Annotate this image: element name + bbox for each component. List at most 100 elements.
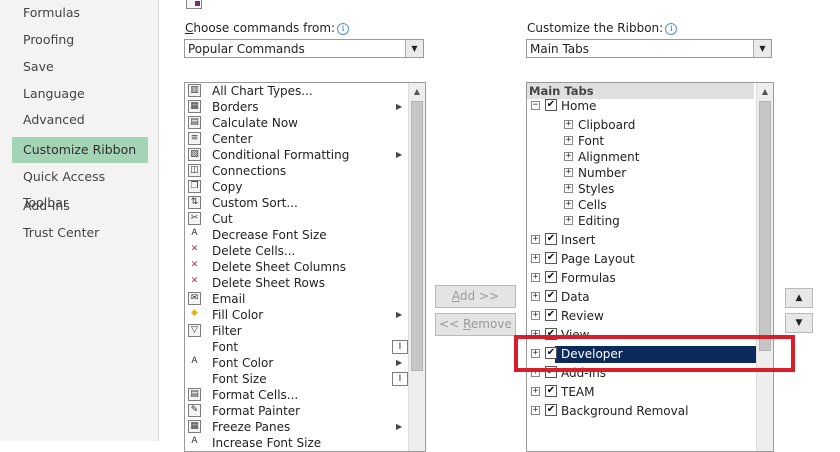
expand-icon[interactable]: + (531, 254, 540, 263)
ribbon-tab-item[interactable]: + ✔ View (527, 327, 767, 344)
command-item[interactable]: ◫ Connections (185, 163, 405, 179)
command-item[interactable]: ▧ Conditional Formatting ▶ (185, 147, 405, 163)
expand-icon[interactable]: + (531, 235, 540, 244)
tab-checkbox[interactable]: ✔ (545, 385, 557, 397)
choose-commands-dropdown[interactable]: Popular Commands ▼ (184, 39, 424, 58)
choose-commands-value: Popular Commands (188, 42, 305, 56)
chevron-down-icon[interactable]: ▼ (405, 40, 423, 57)
sidebar-item-advanced[interactable]: Advanced (12, 107, 148, 133)
command-item[interactable]: ❐ Copy (185, 179, 405, 195)
ribbon-group-item[interactable]: + Font (527, 133, 767, 150)
command-item[interactable]: ▤ Format Cells... (185, 387, 405, 403)
command-item-label: Connections (212, 164, 287, 178)
command-item[interactable]: A Increase Font Size (185, 435, 405, 451)
command-item[interactable]: ≡ Center (185, 131, 405, 147)
ribbon-tab-item[interactable]: + ✔ Review (527, 308, 767, 325)
info-icon[interactable]: i (665, 22, 678, 35)
command-item[interactable]: Font Size I (185, 371, 408, 387)
command-item[interactable]: ▦ Borders ▶ (185, 99, 405, 115)
expand-icon[interactable]: + (531, 387, 540, 396)
sidebar-item-language[interactable]: Language (12, 81, 148, 107)
command-item[interactable]: ✕ Delete Sheet Rows (185, 275, 405, 291)
command-item[interactable]: ▥ All Chart Types... (185, 83, 405, 99)
command-item[interactable]: A Font Color ▶ (185, 355, 405, 371)
scrollbar-thumb[interactable] (411, 101, 423, 371)
expand-icon[interactable]: + (564, 216, 573, 225)
tab-checkbox[interactable]: ✔ (545, 99, 557, 111)
remove-button[interactable]: << Remove (435, 313, 516, 336)
command-item[interactable]: ▦ Freeze Panes ▶ (185, 419, 405, 435)
command-item[interactable]: ✕ Delete Cells... (185, 243, 405, 259)
command-item[interactable]: ▽ Filter (185, 323, 405, 339)
sidebar-item-quick-access-toolbar[interactable]: Quick Access Toolbar (12, 164, 148, 210)
ribbon-group-item[interactable]: + Styles (527, 181, 767, 198)
expand-icon[interactable]: + (531, 406, 540, 415)
command-item[interactable]: ⇅ Custom Sort... (185, 195, 405, 211)
ribbon-tab-item[interactable]: + ✔ Data (527, 289, 767, 306)
command-item[interactable]: Font I (185, 339, 408, 355)
tab-checkbox[interactable]: ✔ (545, 290, 557, 302)
ribbon-tree-scrollbar[interactable]: ▲ (756, 83, 773, 451)
sidebar-item-customize-ribbon[interactable]: Customize Ribbon (12, 137, 148, 163)
ribbon-tab-item[interactable]: + ✔ Formulas (527, 270, 767, 287)
ribbon-group-item[interactable]: + Number (527, 165, 767, 182)
ribbon-tab-item[interactable]: + ✔ Background Removal (527, 403, 767, 420)
info-icon[interactable]: i (337, 22, 350, 35)
tab-checkbox[interactable]: ✔ (545, 309, 557, 321)
ribbon-tab-item[interactable]: + ✔ TEAM (527, 384, 767, 401)
ribbon-tab-item[interactable]: + ✔ Developer (527, 346, 773, 363)
command-item[interactable]: ✎ Format Painter (185, 403, 405, 419)
ribbon-tree[interactable]: Main Tabs − ✔ Home + Clipboard + Font + Alignmen… (526, 82, 774, 452)
tab-checkbox[interactable]: ✔ (545, 347, 557, 359)
chevron-down-icon[interactable]: ▼ (753, 40, 771, 57)
tab-checkbox[interactable]: ✔ (545, 328, 557, 340)
commands-scrollbar[interactable]: ▲ (408, 83, 425, 451)
ribbon-group-item[interactable]: + Alignment (527, 149, 767, 166)
collapse-icon[interactable]: − (531, 101, 540, 110)
ribbon-tab-label: Page Layout (561, 252, 635, 266)
expand-icon[interactable]: + (531, 311, 540, 320)
expand-icon[interactable]: + (564, 136, 573, 145)
ribbon-tab-item[interactable]: − ✔ Home (527, 98, 767, 115)
command-item[interactable]: ▤ Calculate Now (185, 115, 405, 131)
expand-icon[interactable]: + (531, 368, 540, 377)
sidebar-item-proofing[interactable]: Proofing (12, 27, 148, 53)
tab-checkbox[interactable]: ✔ (545, 366, 557, 378)
ribbon-group-item[interactable]: + Editing (527, 213, 767, 230)
expand-icon[interactable]: + (564, 184, 573, 193)
expand-icon[interactable]: + (531, 273, 540, 282)
scrollbar-thumb[interactable] (759, 101, 771, 351)
ribbon-group-item[interactable]: + Clipboard (527, 117, 767, 134)
expand-icon[interactable]: + (531, 292, 540, 301)
tab-checkbox[interactable]: ✔ (545, 233, 557, 245)
ribbon-tab-item[interactable]: + ✔ Insert (527, 232, 767, 249)
command-item[interactable]: ✂ Cut (185, 211, 405, 227)
expand-icon[interactable]: + (564, 168, 573, 177)
ribbon-tab-item[interactable]: + ✔ Page Layout (527, 251, 767, 268)
expand-icon[interactable]: + (531, 330, 540, 339)
sidebar-item-add-ins[interactable]: Add-Ins (12, 193, 148, 219)
expand-icon[interactable]: + (531, 349, 540, 358)
command-item[interactable]: ✉ Email (185, 291, 405, 307)
expand-icon[interactable]: + (564, 152, 573, 161)
move-down-button[interactable]: ▼ (785, 313, 813, 333)
tab-checkbox[interactable]: ✔ (545, 404, 557, 416)
move-up-button[interactable]: ▲ (785, 288, 813, 308)
scroll-up-icon[interactable]: ▲ (757, 83, 773, 100)
ribbon-group-item[interactable]: + Cells (527, 197, 767, 214)
sidebar-item-trust-center[interactable]: Trust Center (12, 220, 148, 246)
expand-icon[interactable]: + (564, 120, 573, 129)
commands-list[interactable]: ▥ All Chart Types... ▦ Borders ▶ ▤ Calculate N… (184, 82, 426, 452)
add-button[interactable]: Add >> (435, 285, 516, 308)
expand-icon[interactable]: + (564, 200, 573, 209)
tab-checkbox[interactable]: ✔ (545, 271, 557, 283)
sidebar-item-save[interactable]: Save (12, 54, 148, 80)
command-item[interactable]: A Decrease Font Size (185, 227, 405, 243)
command-item[interactable]: ◆ Fill Color ▶ (185, 307, 405, 323)
scroll-up-icon[interactable]: ▲ (409, 83, 425, 100)
command-item[interactable]: ✕ Delete Sheet Columns (185, 259, 405, 275)
tab-checkbox[interactable]: ✔ (545, 252, 557, 264)
ribbon-tab-item[interactable]: + ✔ Add-Ins (527, 365, 767, 382)
customize-ribbon-dropdown[interactable]: Main Tabs ▼ (526, 39, 772, 58)
sidebar-item-formulas[interactable]: Formulas (12, 0, 148, 26)
